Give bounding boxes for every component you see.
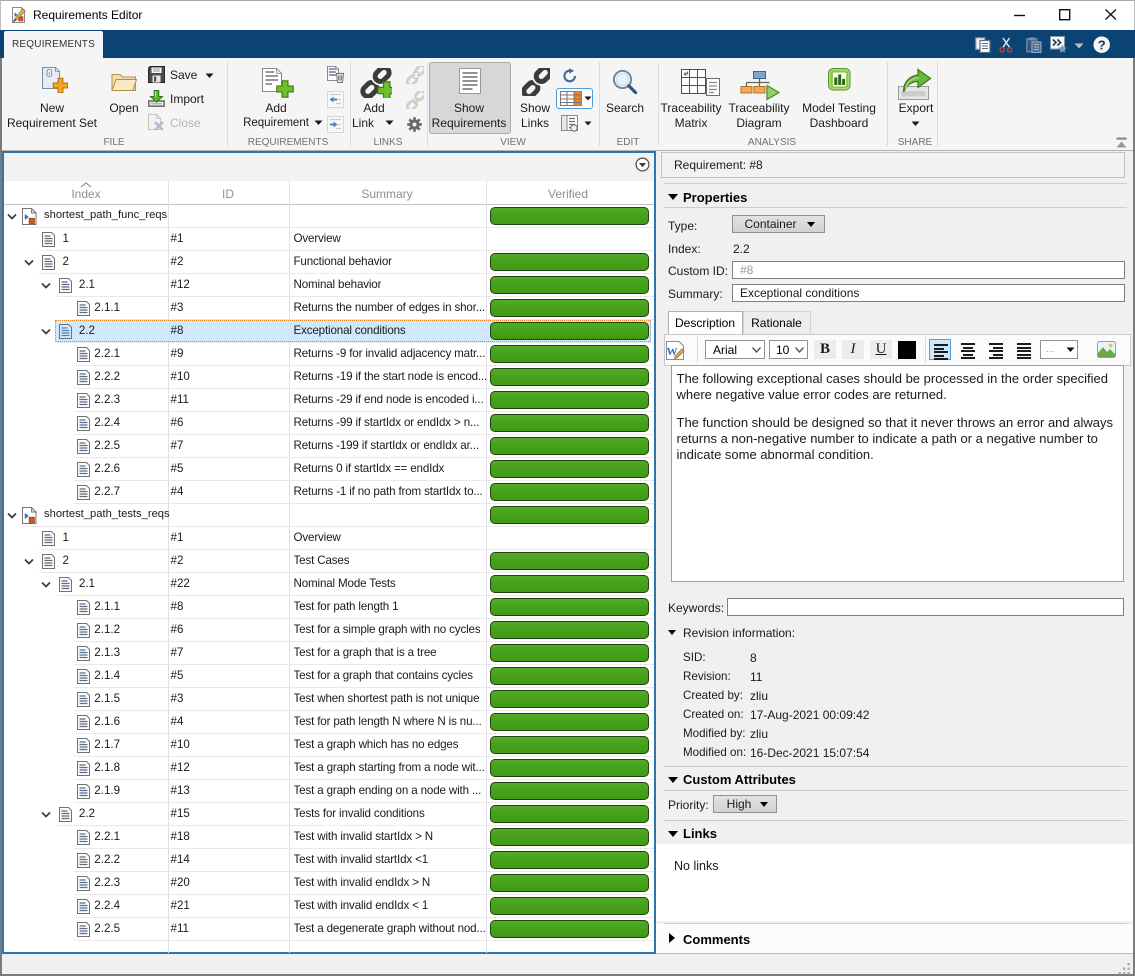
svg-text:?: ? xyxy=(1098,37,1106,52)
